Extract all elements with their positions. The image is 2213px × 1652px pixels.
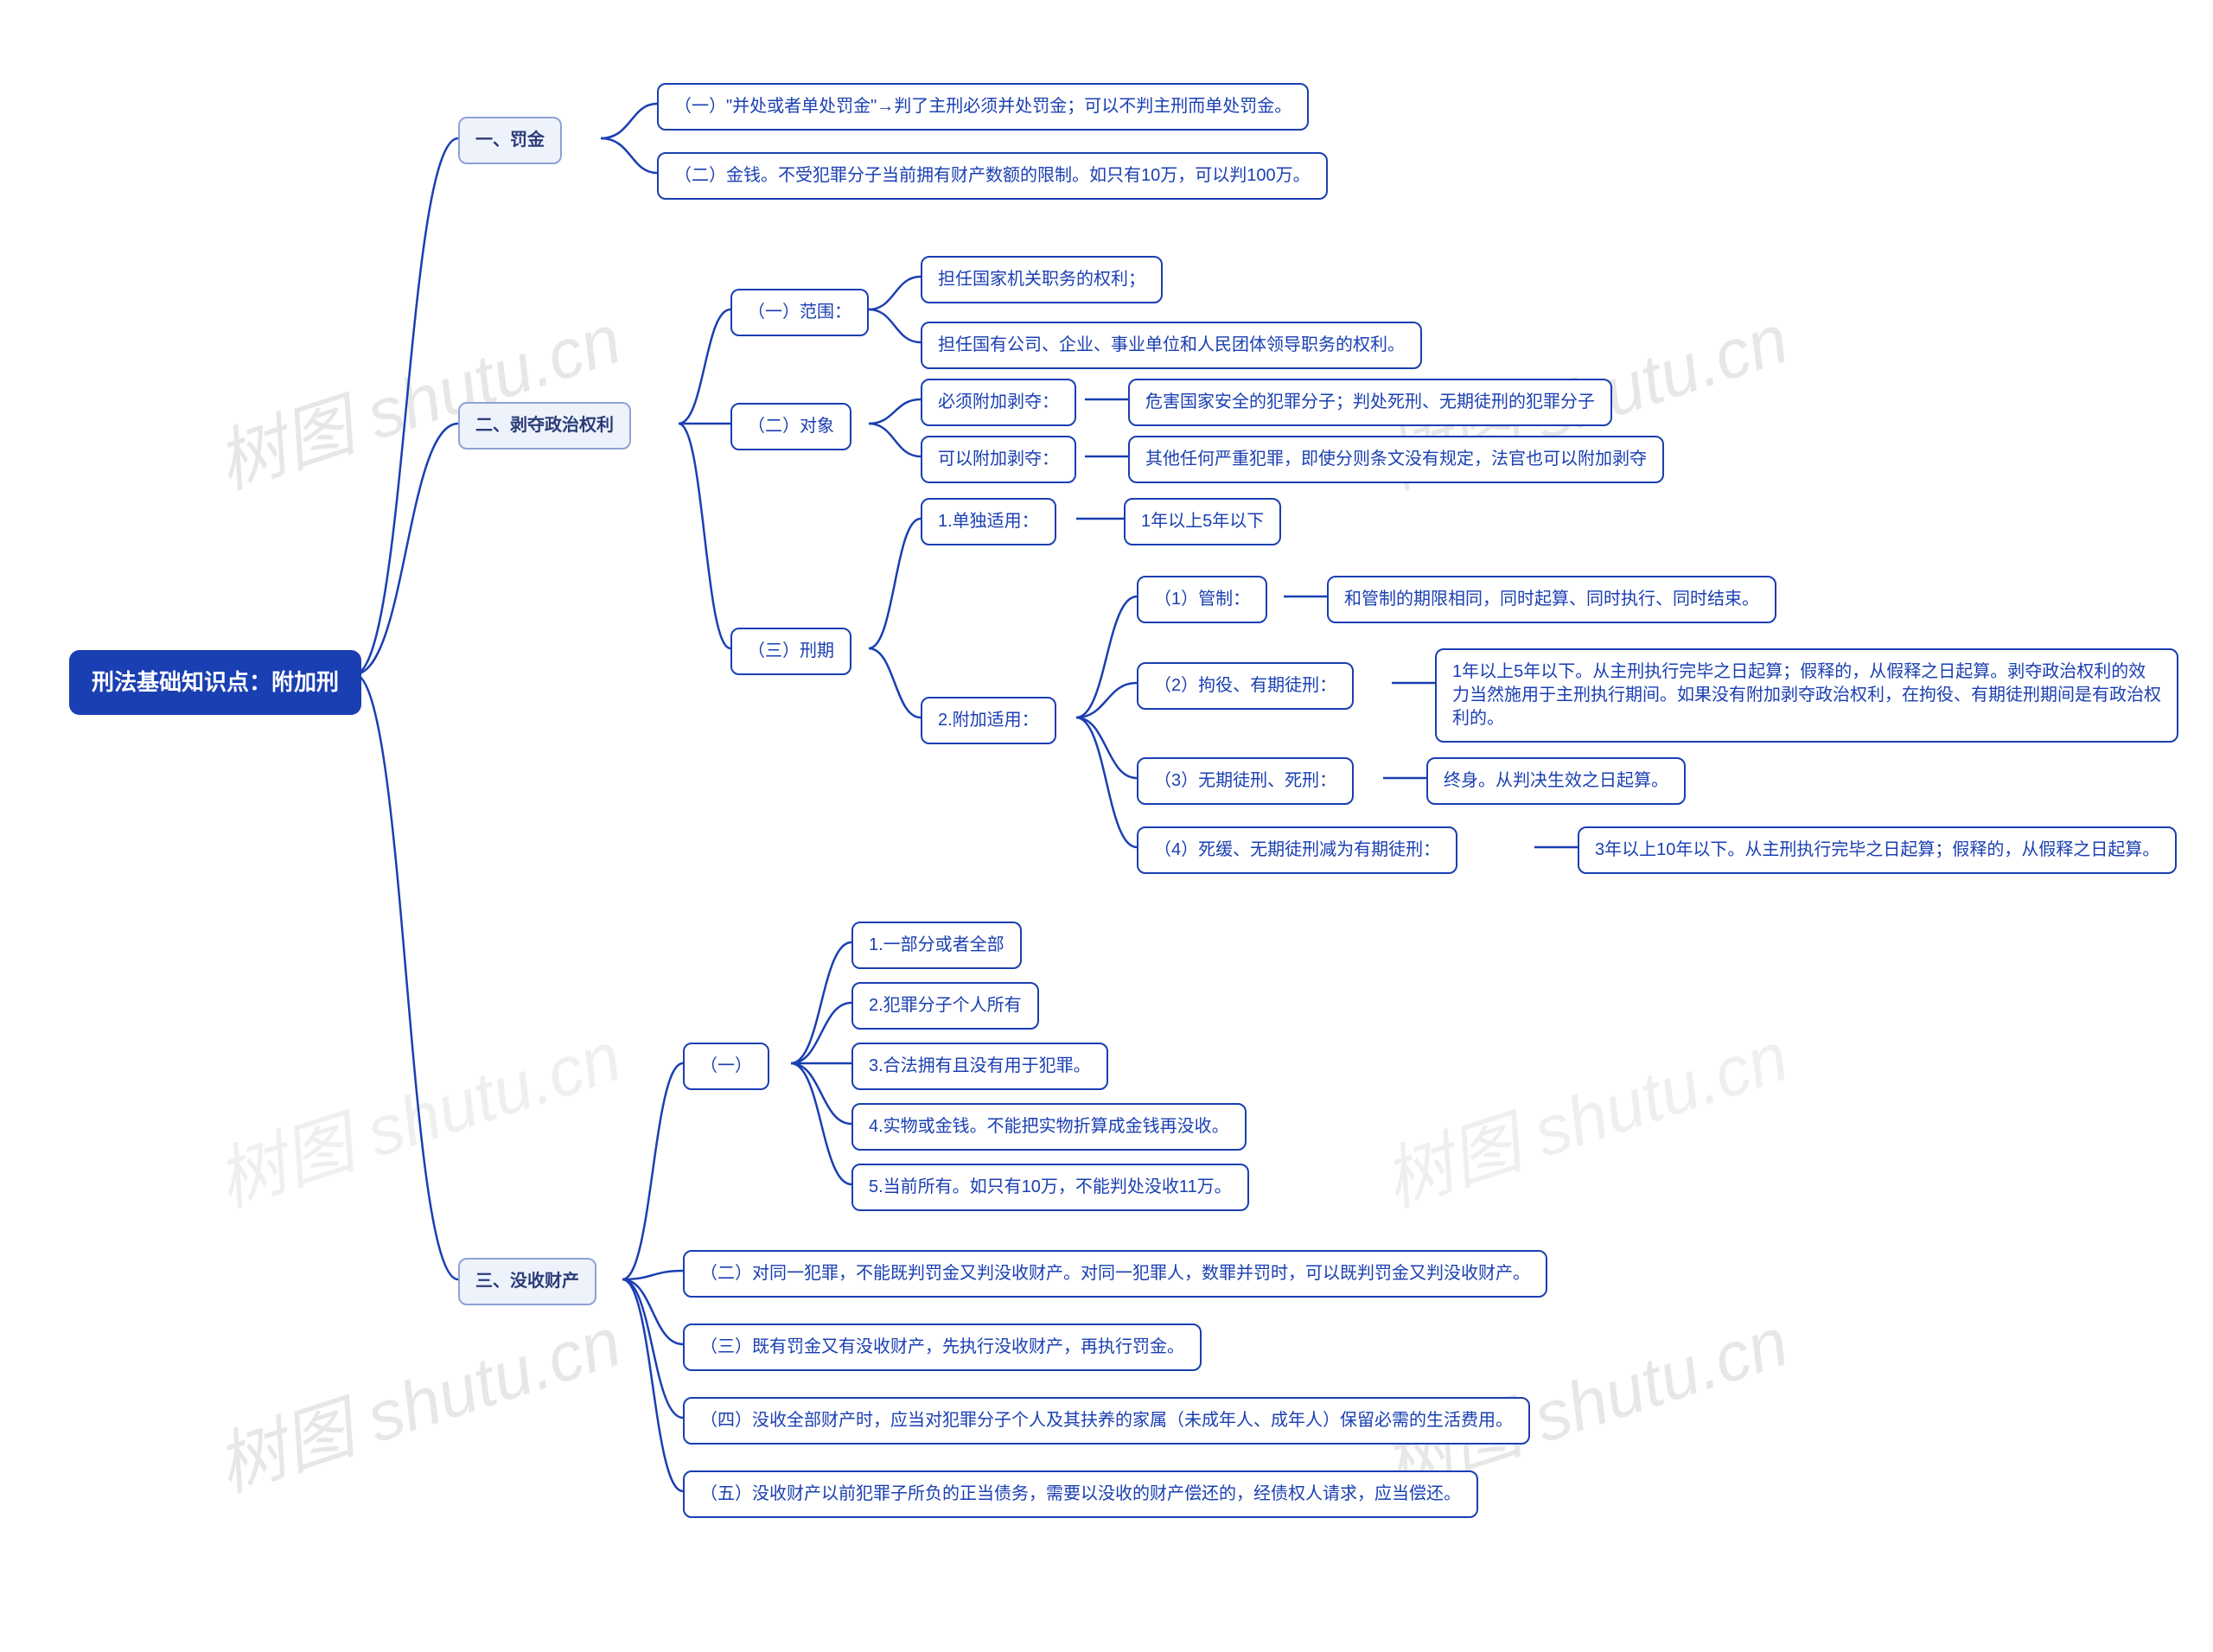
conf-s1-d: 4.实物或金钱。不能把实物折算成金钱再没收。 [851,1103,1247,1151]
conf-s1-e: 5.当前所有。如只有10万，不能判处没收11万。 [851,1164,1249,1211]
fine-c1: （一）"并处或者单处罚金"→判了主刑必须并处罚金；可以不判主刑而单处罚金。 [657,83,1309,131]
term-b-c1-v: 和管制的期限相同，同时起算、同时执行、同时结束。 [1327,576,1776,623]
term-a-v: 1年以上5年以下 [1124,498,1281,545]
rights-scope: （一）范围： [730,289,869,336]
rights-target-a-k: 必须附加剥夺： [921,379,1076,426]
conf-s1: （一） [683,1043,769,1090]
root-node: 刑法基础知识点：附加刑 [69,650,361,715]
branch-confiscate: 三、没收财产 [458,1258,596,1305]
rights-target-b-k: 可以附加剥夺： [921,436,1076,483]
term-b-c1-k: （1）管制： [1137,576,1267,623]
term-b-c4-k: （4）死缓、无期徒刑减为有期徒刑： [1137,826,1457,874]
rights-scope-b: 担任国有公司、企业、事业单位和人民团体领导职务的权利。 [921,322,1422,369]
conf-s1-a: 1.一部分或者全部 [851,922,1022,969]
conf-s4: （四）没收全部财产时，应当对犯罪分子个人及其扶养的家属（未成年人、成年人）保留必… [683,1397,1530,1445]
term-b-c2-v: 1年以上5年以下。从主刑执行完毕之日起算；假释的，从假释之日起算。剥夺政治权利的… [1435,648,2178,743]
term-b-c4-v: 3年以上10年以下。从主刑执行完毕之日起算；假释的，从假释之日起算。 [1578,826,2177,874]
term-b-c2-k: （2）拘役、有期徒刑： [1137,662,1354,710]
nodes-layer: 刑法基础知识点：附加刑 一、罚金 （一）"并处或者单处罚金"→判了主刑必须并处罚… [0,0,2213,1652]
term-b-k: 2.附加适用： [921,697,1056,744]
conf-s1-c: 3.合法拥有且没有用于犯罪。 [851,1043,1108,1090]
rights-scope-a: 担任国家机关职务的权利； [921,256,1163,303]
rights-target: （二）对象 [730,403,851,450]
term-b-c3-v: 终身。从判决生效之日起算。 [1426,757,1686,805]
term-b-c3-k: （3）无期徒刑、死刑： [1137,757,1354,805]
branch-deprive-rights: 二、剥夺政治权利 [458,402,631,450]
branch-fine: 一、罚金 [458,117,562,164]
conf-s5: （五）没收财产以前犯罪子所负的正当债务，需要以没收的财产偿还的，经债权人请求，应… [683,1470,1478,1518]
rights-target-a-v: 危害国家安全的犯罪分子；判处死刑、无期徒刑的犯罪分子 [1128,379,1612,426]
term-a-k: 1.单独适用： [921,498,1056,545]
rights-target-b-v: 其他任何严重犯罪，即使分则条文没有规定，法官也可以附加剥夺 [1128,436,1664,483]
fine-c2: （二）金钱。不受犯罪分子当前拥有财产数额的限制。如只有10万，可以判100万。 [657,152,1328,200]
rights-term: （三）刑期 [730,628,851,675]
conf-s1-b: 2.犯罪分子个人所有 [851,982,1039,1030]
conf-s2: （二）对同一犯罪，不能既判罚金又判没收财产。对同一犯罪人，数罪并罚时，可以既判罚… [683,1250,1547,1298]
conf-s3: （三）既有罚金又有没收财产，先执行没收财产，再执行罚金。 [683,1324,1202,1371]
